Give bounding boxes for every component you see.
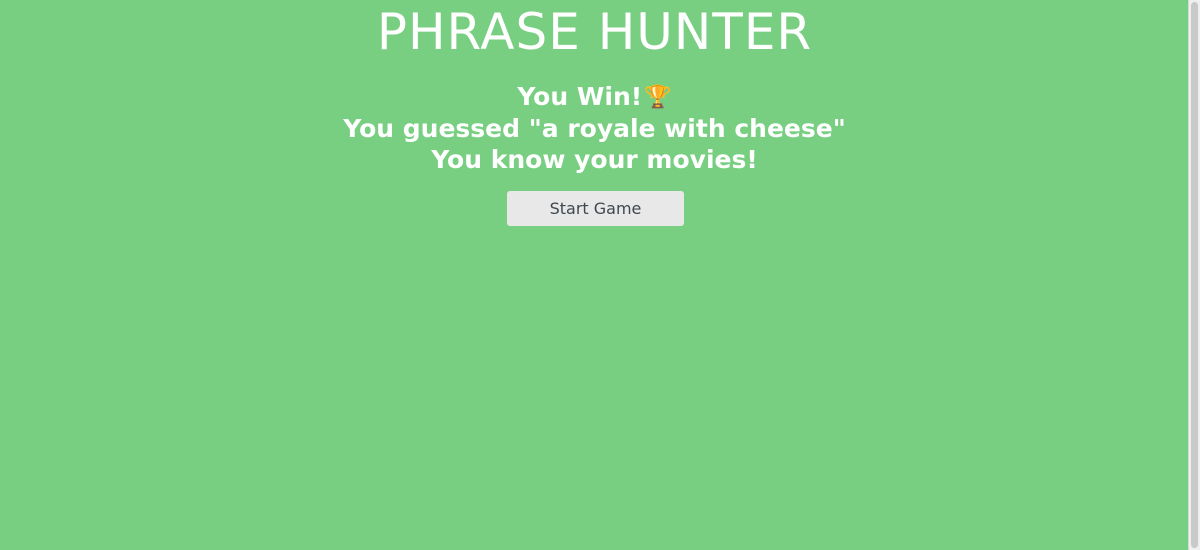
movie-knowledge-message: You know your movies!	[431, 145, 758, 174]
vertical-scrollbar[interactable]	[1188, 0, 1200, 550]
guessed-phrase-message: You guessed "a royale with cheese"	[343, 114, 846, 143]
game-title: PHRASE HUNTER	[376, 3, 813, 61]
win-message-line: You Win!🏆	[0, 81, 1189, 113]
start-game-button[interactable]: Start Game	[507, 191, 684, 226]
scrollbar-thumb[interactable]	[1191, 2, 1198, 548]
game-overlay: PHRASE HUNTER You Win!🏆 You guessed "a r…	[0, 0, 1189, 550]
win-text: You Win!	[517, 82, 643, 111]
trophy-icon: 🏆	[644, 85, 672, 110]
game-result-message: You Win!🏆 You guessed "a royale with che…	[0, 81, 1189, 175]
